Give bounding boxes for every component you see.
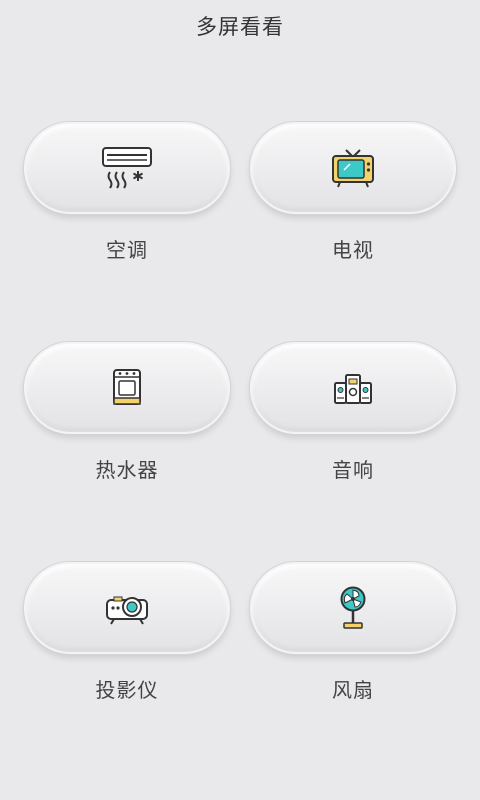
projector-icon xyxy=(106,596,148,625)
tv-button[interactable] xyxy=(250,122,456,214)
page-title: 多屏看看 xyxy=(196,15,284,39)
fan-icon xyxy=(340,586,366,629)
water-heater-icon xyxy=(113,369,141,405)
speaker-button[interactable] xyxy=(250,342,456,434)
device-label: 热水器 xyxy=(95,458,159,482)
device-label: 音响 xyxy=(332,458,374,482)
air-conditioner-button[interactable] xyxy=(24,122,230,214)
fan-button[interactable] xyxy=(250,562,456,654)
air-conditioner-icon xyxy=(102,147,152,189)
tv-icon xyxy=(332,149,374,188)
device-label: 电视 xyxy=(332,238,374,262)
device-label: 投影仪 xyxy=(95,678,159,702)
device-water-heater: 热水器 xyxy=(14,342,240,483)
speaker-icon xyxy=(334,374,372,404)
device-air-conditioner: 空调 xyxy=(14,122,240,263)
device-speaker: 音响 xyxy=(240,342,466,483)
projector-button[interactable] xyxy=(24,562,230,654)
device-projector: 投影仪 xyxy=(14,562,240,703)
device-tv: 电视 xyxy=(240,122,466,263)
water-heater-button[interactable] xyxy=(24,342,230,434)
device-fan: 风扇 xyxy=(240,562,466,703)
device-label: 空调 xyxy=(106,238,148,262)
app-header: 多屏看看 xyxy=(0,0,480,52)
device-label: 风扇 xyxy=(332,678,374,702)
